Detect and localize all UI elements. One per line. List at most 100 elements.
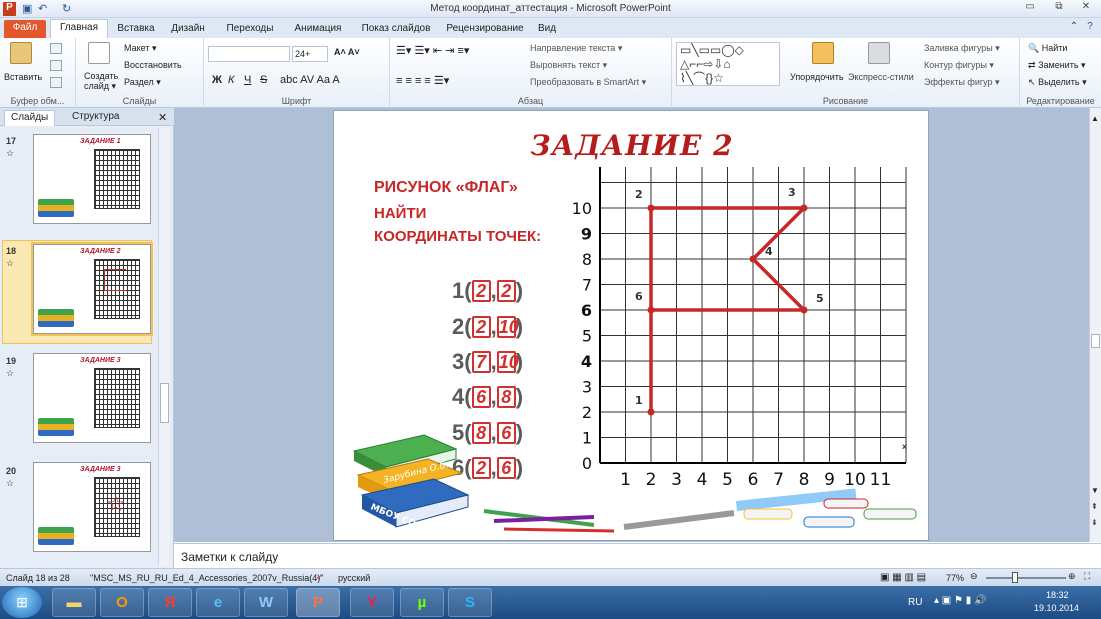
group-paragraph: ☰▾ ☰▾ ⇤ ⇥ ≡▾ ≡ ≡ ≡ ≡ ☰▾ Направление текс…	[390, 38, 672, 108]
thumb-number: 17	[6, 136, 17, 146]
fit-slide-icon[interactable]: ⛶	[1084, 571, 1090, 582]
tab-outline[interactable]: Структура	[66, 110, 125, 126]
tab-transitions[interactable]: Переходы	[220, 21, 280, 38]
shapes-gallery[interactable]: ▭╲▭▭◯◇ △⌐⌐⇨⇩⌂ ⌇╲⌒{}☆	[676, 42, 780, 86]
new-slide-button[interactable]: Создать слайд ▾	[84, 71, 124, 91]
explorer-icon[interactable]: ▬	[52, 588, 96, 617]
panel-scroll-thumb[interactable]	[160, 383, 169, 423]
smartart-button[interactable]: Преобразовать в SmartArt ▾	[530, 77, 646, 88]
font-family-input[interactable]	[208, 46, 290, 62]
layout-button[interactable]: Макет ▾	[124, 43, 157, 54]
zoom-slider[interactable]	[986, 577, 1066, 579]
find-button[interactable]: 🔍 Найти	[1028, 43, 1067, 54]
window-title: Метод координат_аттестация - Microsoft P…	[430, 3, 671, 14]
thumb-number: 18	[6, 246, 17, 256]
point-label: 6	[635, 290, 643, 303]
align-text-button[interactable]: Выровнять текст ▾	[530, 60, 607, 71]
panel-scrollbar[interactable]	[158, 128, 170, 566]
zoom-level[interactable]: 77%	[946, 573, 964, 583]
tab-design[interactable]: Дизайн	[166, 21, 210, 38]
strikethrough-button[interactable]: S	[260, 74, 267, 86]
quick-styles-icon[interactable]	[868, 42, 890, 64]
word-icon[interactable]: W	[244, 588, 288, 617]
outlook-icon[interactable]: O	[100, 588, 144, 617]
slide-thumb-20[interactable]: ЗАДАНИЕ 3 ☆	[33, 462, 151, 552]
yandex-icon[interactable]: Я	[148, 588, 192, 617]
reset-button[interactable]: Восстановить	[124, 60, 182, 70]
thumb-books	[38, 527, 74, 545]
italic-button[interactable]: К	[228, 74, 234, 86]
shape-effects-button[interactable]: Эффекты фигур ▾	[924, 77, 1000, 88]
flag-point	[647, 408, 655, 416]
text-direction-button[interactable]: Направление текста ▾	[530, 43, 622, 54]
align-icons[interactable]: ≡ ≡ ≡ ≡ ☰▾	[396, 74, 449, 87]
powerpoint-taskbar-icon[interactable]: P	[296, 588, 340, 617]
quick-styles-button[interactable]: Экспресс-стили	[848, 72, 914, 82]
editor-scroll-thumb[interactable]	[1091, 334, 1100, 348]
start-button[interactable]: ⊞	[2, 587, 42, 618]
ie-icon[interactable]: e	[196, 588, 240, 617]
copy-icon[interactable]	[50, 60, 62, 71]
tab-animation[interactable]: Анимация	[288, 21, 348, 38]
cut-icon[interactable]	[50, 43, 62, 54]
spellcheck-icon[interactable]: ✓	[316, 572, 324, 583]
tab-file[interactable]: Файл	[4, 20, 46, 38]
prev-slide-icon[interactable]: ⇞	[1091, 502, 1098, 511]
tab-home[interactable]: Главная	[50, 19, 108, 38]
y-tick-label: 9	[581, 225, 592, 244]
clock-time[interactable]: 18:32	[1046, 590, 1069, 600]
slide-canvas[interactable]: ЗАДАНИЕ 2 РИСУНОК «ФЛАГ» НАЙТИ КООРДИНАТ…	[333, 110, 929, 541]
help-icon[interactable]: ?	[1080, 21, 1100, 36]
grow-font-icon[interactable]: A˄ A˅	[334, 47, 360, 57]
font-size-input[interactable]: 24+	[292, 46, 328, 62]
editor-scrollbar[interactable]: ▲ ▼ ⇞ ⇟	[1089, 108, 1101, 542]
slide-thumb-17[interactable]: ЗАДАНИЕ 1	[33, 134, 151, 224]
close-panel-icon[interactable]: ✕	[152, 110, 173, 126]
y-tick-label: 10	[572, 199, 592, 218]
bold-button[interactable]: Ж	[212, 74, 222, 86]
tab-slideshow[interactable]: Показ слайдов	[356, 21, 436, 38]
zoom-out-icon[interactable]: ⊖	[970, 571, 978, 582]
underline-button[interactable]: Ч	[244, 74, 251, 86]
next-slide-icon[interactable]: ⇟	[1091, 518, 1098, 527]
scroll-down-icon[interactable]: ▼	[1091, 486, 1099, 495]
point-number: 3	[452, 349, 465, 374]
arrange-icon[interactable]	[812, 42, 834, 64]
zoom-slider-thumb[interactable]	[1012, 572, 1018, 583]
slide-thumb-19[interactable]: ЗАДАНИЕ 3	[33, 353, 151, 443]
new-slide-icon[interactable]	[88, 42, 110, 64]
close-icon[interactable]: ✕	[1076, 1, 1096, 16]
utorrent-icon[interactable]: µ	[400, 588, 444, 617]
tab-slides[interactable]: Слайды	[4, 110, 56, 126]
scroll-up-icon[interactable]: ▲	[1091, 114, 1099, 123]
shape-outline-button[interactable]: Контур фигуры ▾	[924, 60, 994, 71]
replace-button[interactable]: ⇄ Заменить ▾	[1028, 60, 1086, 71]
zoom-in-icon[interactable]: ⊕	[1068, 571, 1076, 582]
replace-icon: ⇄	[1028, 60, 1036, 70]
language-label[interactable]: русский	[338, 573, 370, 583]
format-painter-icon[interactable]	[50, 77, 62, 88]
slide-thumb-18[interactable]: ЗАДАНИЕ 2	[31, 242, 153, 336]
paste-icon[interactable]	[10, 42, 32, 64]
paste-button[interactable]: Вставить	[4, 72, 42, 82]
arrange-button[interactable]: Упорядочить	[790, 72, 844, 82]
status-bar: Слайд 18 из 28 "MSC_MS_RU_RU_Ed_4_Access…	[0, 568, 1101, 586]
tab-review[interactable]: Рецензирование	[440, 21, 530, 38]
section-button[interactable]: Раздел ▾	[124, 77, 161, 88]
tab-insert[interactable]: Вставка	[114, 21, 158, 38]
yandex-browser-icon[interactable]: Y	[350, 588, 394, 617]
minimize-icon[interactable]: ▭	[1020, 1, 1040, 16]
font-color-icon[interactable]: abc AV Aa A	[280, 74, 340, 86]
tab-view[interactable]: Вид	[534, 21, 560, 38]
tray-icons[interactable]: ▴ ▣ ⚑ ▮ 🔊	[934, 595, 987, 606]
view-buttons[interactable]: ▣ ▦ ▥ ▤	[880, 572, 926, 583]
restore-icon[interactable]: ⧉	[1049, 1, 1069, 16]
input-language[interactable]: RU	[908, 597, 922, 608]
point-label: 5	[816, 292, 824, 305]
select-button[interactable]: ↖ Выделить ▾	[1028, 77, 1087, 88]
bullets-icon[interactable]: ☰▾ ☰▾ ⇤ ⇥ ≡▾	[396, 44, 469, 57]
notes-pane[interactable]: Заметки к слайду	[174, 543, 1101, 568]
skype-icon[interactable]: S	[448, 588, 492, 617]
shape-fill-button[interactable]: Заливка фигуры ▾	[924, 43, 1000, 54]
clock-date[interactable]: 19.10.2014	[1034, 603, 1079, 613]
